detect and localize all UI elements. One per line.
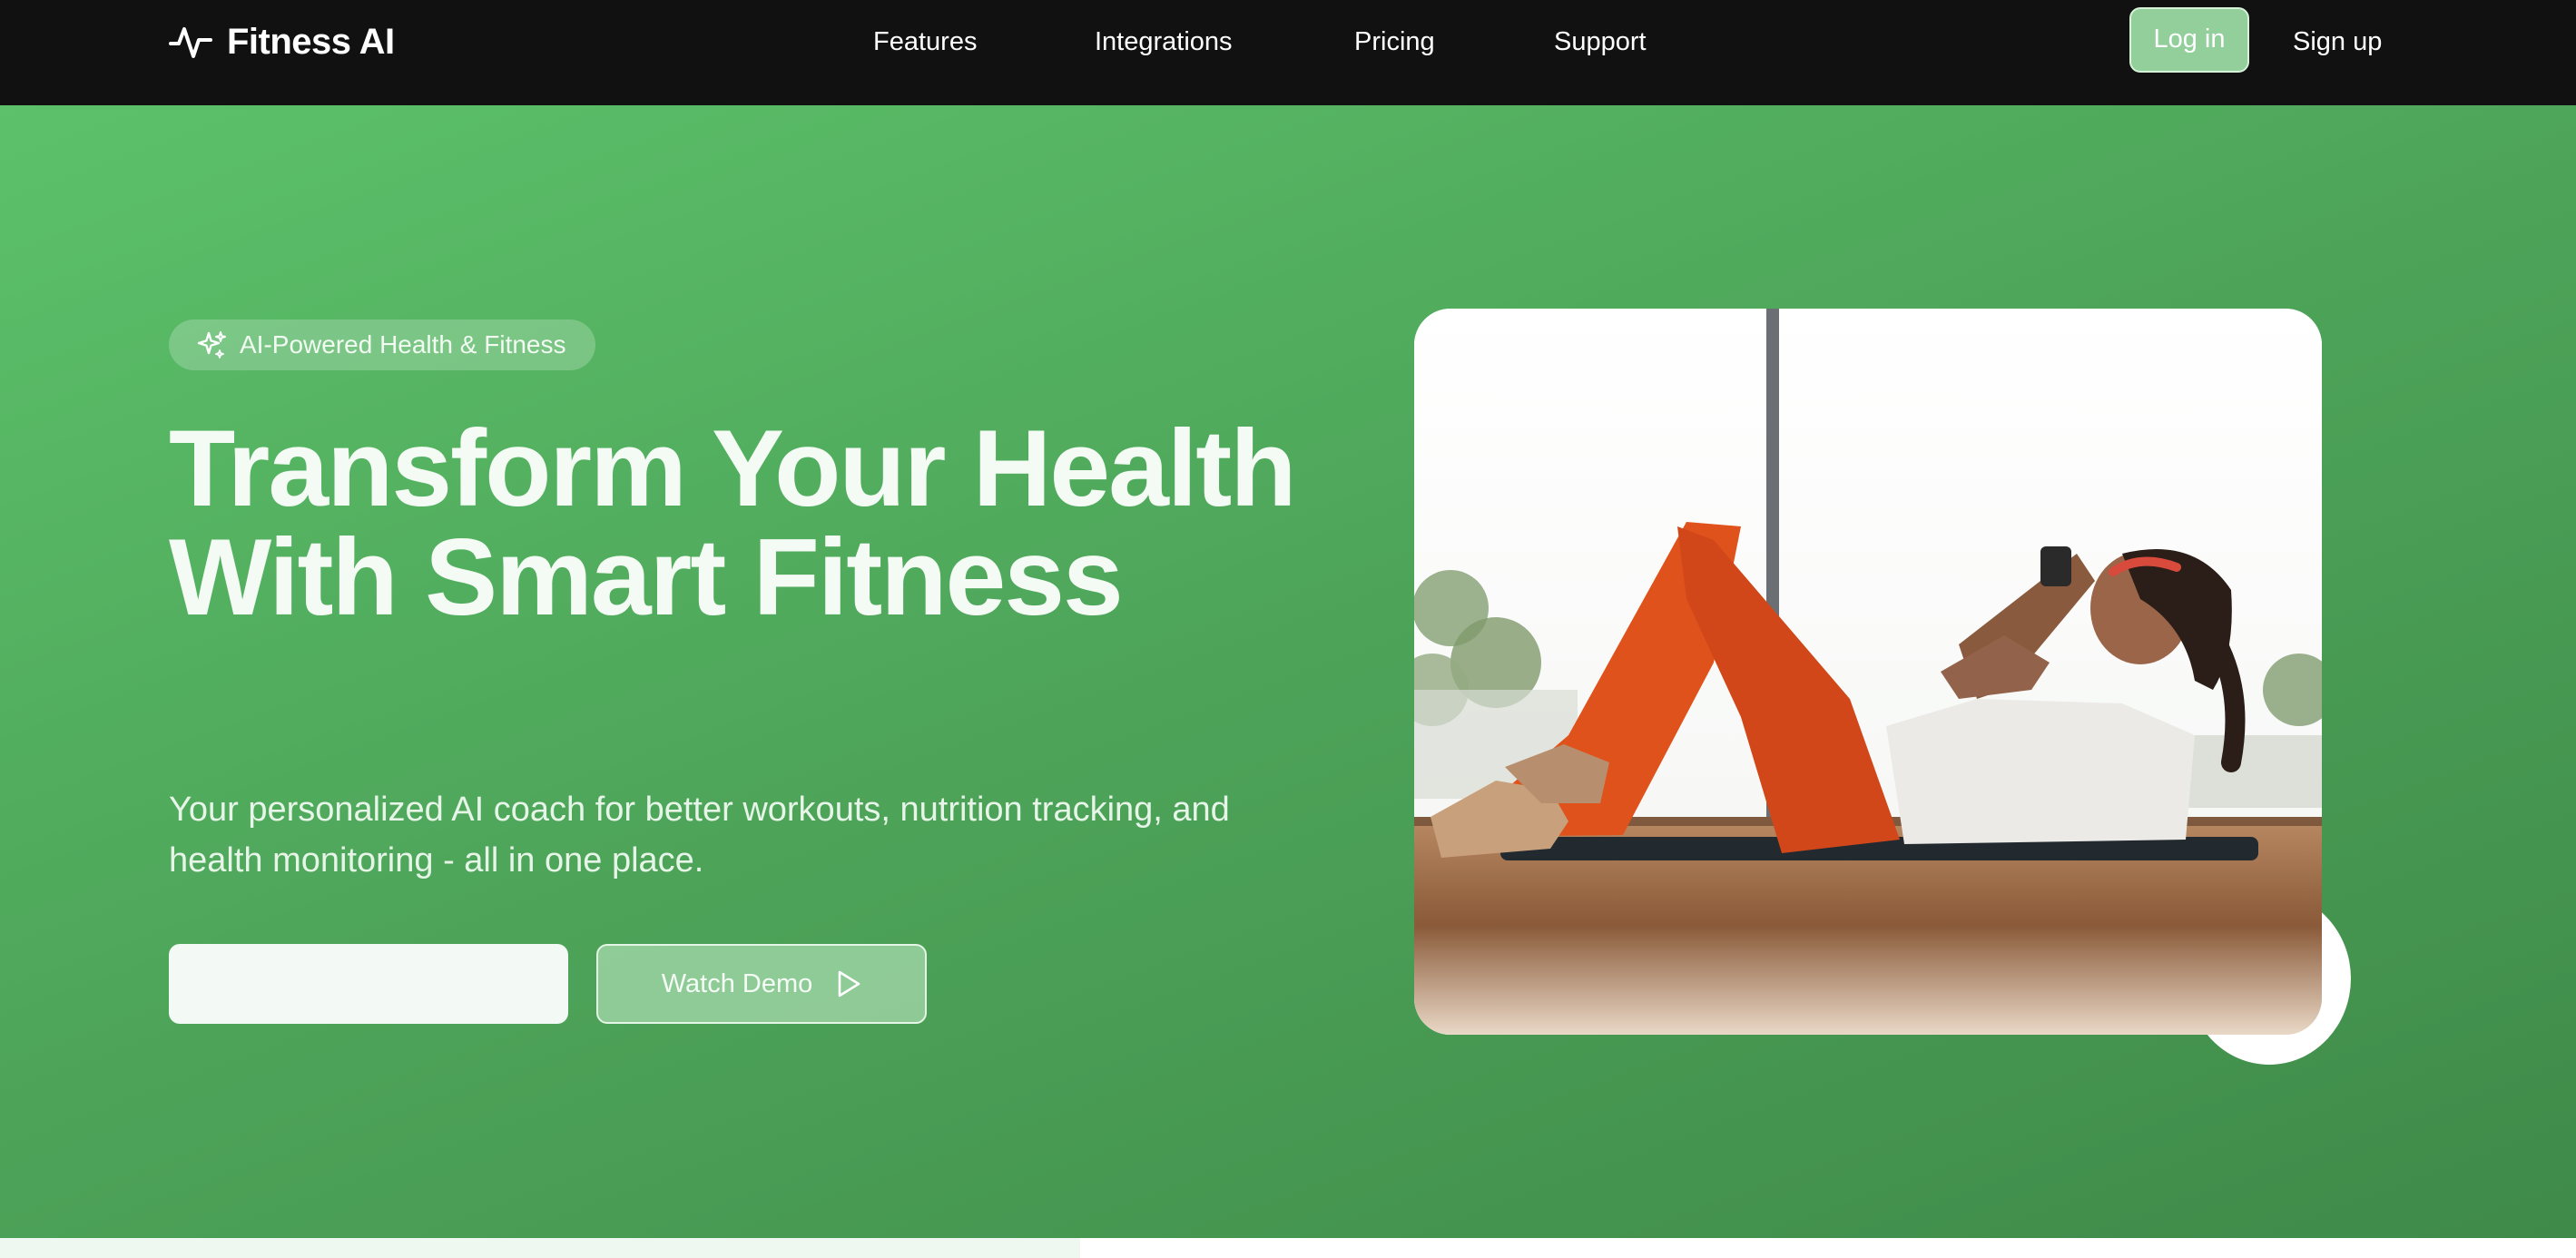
ai-powered-badge: AI-Powered Health & Fitness (169, 319, 595, 370)
primary-cta-input[interactable] (169, 944, 568, 1024)
play-icon (836, 969, 861, 998)
brand-name: Fitness AI (227, 21, 395, 62)
hero-workout-photo (1414, 309, 2322, 1035)
ai-badge-label: AI-Powered Health & Fitness (240, 330, 566, 359)
nav-link-pricing[interactable]: Pricing (1354, 24, 1435, 60)
sparkles-icon (196, 329, 227, 360)
brand-logo-link[interactable]: Fitness AI (169, 16, 395, 67)
signup-link[interactable]: Sign up (2293, 24, 2382, 60)
next-section-left-panel (0, 1238, 1080, 1258)
next-section-edge (0, 1238, 2576, 1258)
nav-link-integrations[interactable]: Integrations (1095, 24, 1233, 60)
login-button[interactable]: Log in (2129, 7, 2249, 73)
watch-demo-label: Watch Demo (661, 968, 813, 998)
nav-link-features[interactable]: Features (873, 24, 977, 60)
nav-link-support[interactable]: Support (1554, 24, 1647, 60)
hero-section: AI-Powered Health & Fitness Transform Yo… (0, 105, 2576, 1238)
activity-pulse-icon (169, 20, 212, 64)
top-navbar: Fitness AI Features Integrations Pricing… (0, 0, 2576, 105)
hero-subtitle: Your personalized AI coach for better wo… (169, 791, 1230, 880)
watch-demo-button[interactable]: Watch Demo (596, 944, 927, 1024)
hero-title: Transform Your Health With Smart Fitness (169, 408, 1297, 638)
